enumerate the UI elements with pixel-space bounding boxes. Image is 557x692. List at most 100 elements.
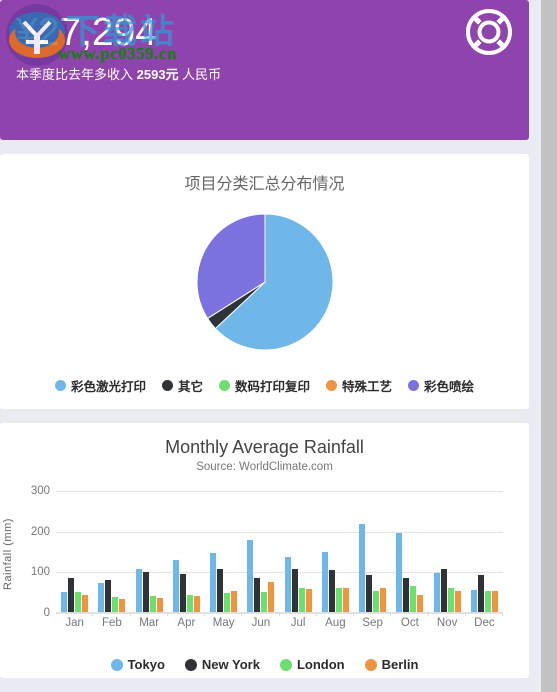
bar-legend-label: London bbox=[296, 657, 345, 672]
pie-legend-item[interactable]: 数码打印复印 bbox=[218, 376, 310, 395]
bar[interactable] bbox=[119, 598, 126, 612]
bar[interactable] bbox=[403, 578, 410, 612]
bar[interactable] bbox=[75, 592, 82, 612]
bar-legend-label: New York bbox=[201, 657, 260, 672]
pie-legend-label: 彩色激光打印 bbox=[70, 380, 146, 394]
x-axis-tick-label: Sep bbox=[362, 617, 383, 629]
pie-legend-item[interactable]: 彩色激光打印 bbox=[54, 376, 146, 395]
bar-legend-item[interactable]: New York bbox=[184, 657, 260, 672]
bar-group[interactable] bbox=[131, 491, 169, 616]
bar-legend-item[interactable]: Tokyo bbox=[110, 657, 165, 672]
bar[interactable] bbox=[477, 574, 484, 612]
bar[interactable] bbox=[321, 551, 328, 612]
bar-chart-bars[interactable] bbox=[56, 491, 504, 616]
pie-legend-item[interactable]: 彩色喷绘 bbox=[408, 376, 474, 395]
bar-group[interactable] bbox=[429, 491, 467, 616]
bar[interactable] bbox=[172, 559, 179, 612]
bar[interactable] bbox=[366, 575, 373, 612]
bar[interactable] bbox=[82, 594, 89, 612]
bar-group[interactable] bbox=[354, 491, 392, 616]
bar[interactable] bbox=[447, 588, 454, 612]
y-axis-tick-label: 300 bbox=[30, 485, 50, 497]
bar[interactable] bbox=[342, 587, 349, 612]
bar-group[interactable] bbox=[317, 491, 355, 616]
bar[interactable] bbox=[284, 557, 291, 612]
legend-color-dot bbox=[54, 380, 66, 391]
bar[interactable] bbox=[417, 594, 424, 612]
bar[interactable] bbox=[61, 592, 68, 612]
revenue-amount: ¥27,294 bbox=[16, 11, 157, 54]
legend-color-dot bbox=[161, 380, 173, 391]
bar[interactable] bbox=[112, 596, 119, 612]
legend-color-dot bbox=[326, 380, 337, 391]
bar[interactable] bbox=[484, 591, 491, 612]
bar-group[interactable] bbox=[466, 491, 504, 616]
x-axis-tick-label: Apr bbox=[177, 617, 196, 629]
bar-legend-item[interactable]: London bbox=[279, 657, 345, 672]
bar[interactable] bbox=[231, 590, 238, 612]
bar[interactable] bbox=[373, 590, 380, 612]
bar-group[interactable] bbox=[391, 491, 429, 616]
bar[interactable] bbox=[491, 590, 498, 612]
bar[interactable] bbox=[335, 588, 342, 612]
scrollbar-thumb[interactable] bbox=[541, 0, 557, 692]
bar[interactable] bbox=[268, 581, 275, 612]
bar[interactable] bbox=[193, 596, 200, 612]
bar[interactable] bbox=[305, 588, 312, 612]
page-root: ¥27,294 本季度比去年多收入 2593元 人民币 下载站 www.pc03… bbox=[0, 0, 541, 692]
bar[interactable] bbox=[410, 585, 417, 612]
bar[interactable] bbox=[440, 568, 447, 612]
pie-legend-label: 数码打印复印 bbox=[234, 380, 310, 394]
bar[interactable] bbox=[359, 524, 366, 612]
bar[interactable] bbox=[142, 572, 149, 612]
bar[interactable] bbox=[149, 596, 156, 612]
revenue-subtitle-prefix: 本季度比去年多收入 bbox=[16, 67, 137, 82]
x-axis-tick-label: Jan bbox=[65, 617, 84, 629]
vertical-scrollbar[interactable] bbox=[541, 0, 557, 692]
bar[interactable] bbox=[470, 590, 477, 612]
bar[interactable] bbox=[454, 591, 461, 612]
bar[interactable] bbox=[396, 533, 403, 612]
bar[interactable] bbox=[68, 578, 75, 612]
bar[interactable] bbox=[210, 553, 217, 612]
bar-group[interactable] bbox=[205, 491, 243, 616]
bar[interactable] bbox=[380, 588, 387, 612]
bar-group[interactable] bbox=[93, 491, 131, 616]
pie-chart-svg bbox=[196, 213, 333, 351]
x-axis-tick-label: Nov bbox=[436, 617, 458, 629]
bar-group[interactable] bbox=[280, 491, 318, 616]
bar[interactable] bbox=[186, 595, 193, 612]
bar-group[interactable] bbox=[56, 491, 94, 616]
pie-legend-item[interactable]: 其它 bbox=[161, 376, 203, 395]
bar-legend-item[interactable]: Berlin bbox=[364, 657, 418, 672]
header-content: ¥27,294 本季度比去年多收入 2593元 人民币 下载站 www.pc03… bbox=[0, 0, 529, 140]
bar[interactable] bbox=[105, 580, 112, 612]
bar[interactable] bbox=[224, 592, 231, 612]
bar[interactable] bbox=[98, 582, 105, 612]
bar[interactable] bbox=[135, 568, 142, 612]
bar[interactable] bbox=[179, 574, 186, 612]
bar[interactable] bbox=[291, 569, 298, 612]
bar-group[interactable] bbox=[242, 491, 280, 616]
lifebuoy-icon[interactable] bbox=[465, 8, 513, 56]
x-axis-tick-label: May bbox=[212, 617, 235, 629]
x-axis-tick-label: Oct bbox=[400, 617, 419, 629]
pie-chart-canvas[interactable] bbox=[195, 212, 335, 352]
bar[interactable] bbox=[328, 569, 335, 612]
bar[interactable] bbox=[298, 588, 305, 612]
pie-chart-title: 项目分类汇总分布情况 bbox=[184, 176, 345, 193]
bar[interactable] bbox=[247, 540, 254, 612]
y-axis-tick-label: 0 bbox=[43, 607, 50, 619]
bar[interactable] bbox=[156, 598, 163, 612]
pie-legend-label: 特殊工艺 bbox=[342, 380, 393, 394]
pie-legend-item[interactable]: 特殊工艺 bbox=[326, 376, 392, 395]
pie-chart-card: 项目分类汇总分布情况 彩色激光打印 其它 数码打印复印 特殊工艺 彩色喷绘 bbox=[0, 154, 529, 409]
bar-group[interactable] bbox=[168, 491, 206, 616]
legend-color-dot bbox=[110, 658, 123, 671]
bar[interactable] bbox=[261, 592, 268, 612]
y-axis-tick-label: 200 bbox=[30, 525, 50, 538]
bar[interactable] bbox=[254, 577, 261, 612]
revenue-subtitle-suffix: 人民币 bbox=[178, 67, 222, 82]
bar[interactable] bbox=[433, 573, 440, 612]
bar[interactable] bbox=[217, 568, 224, 612]
